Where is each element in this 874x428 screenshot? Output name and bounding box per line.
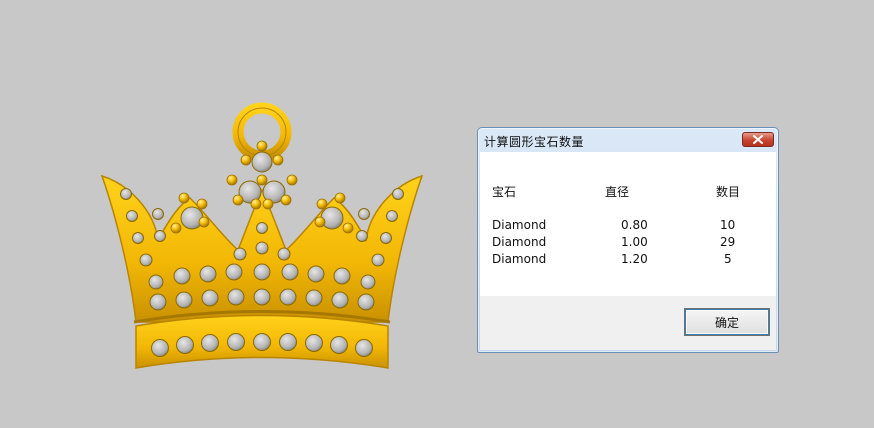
- header-count: 数目: [716, 185, 741, 199]
- row-gem: Diamond: [492, 252, 547, 266]
- header-gem: 宝石: [492, 185, 517, 199]
- row-gem: Diamond: [492, 218, 547, 232]
- row-gem: Diamond: [492, 235, 547, 249]
- row-diameter: 1.00: [621, 235, 648, 249]
- header-diameter: 直径: [605, 185, 630, 199]
- row-count: 5: [724, 252, 732, 266]
- crown-pendant-model: [100, 102, 424, 369]
- gem-count-dialog: 计算圆形宝石数量 宝石 直径 数目 Diamond 0.80 10 Diamon…: [477, 127, 779, 353]
- row-diameter: 1.20: [621, 252, 648, 266]
- close-icon: [753, 135, 763, 144]
- close-button[interactable]: [742, 132, 774, 147]
- dialog-client-area: 宝石 直径 数目 Diamond 0.80 10 Diamond 1.00 29…: [480, 152, 776, 350]
- row-diameter: 0.80: [621, 218, 648, 232]
- dialog-title: 计算圆形宝石数量: [484, 135, 585, 149]
- ok-button[interactable]: 确定: [684, 308, 770, 336]
- row-count: 10: [720, 218, 736, 232]
- dialog-titlebar[interactable]: 计算圆形宝石数量: [478, 128, 778, 152]
- row-count: 29: [720, 235, 736, 249]
- gem-table: 宝石 直径 数目 Diamond 0.80 10 Diamond 1.00 29…: [480, 152, 776, 296]
